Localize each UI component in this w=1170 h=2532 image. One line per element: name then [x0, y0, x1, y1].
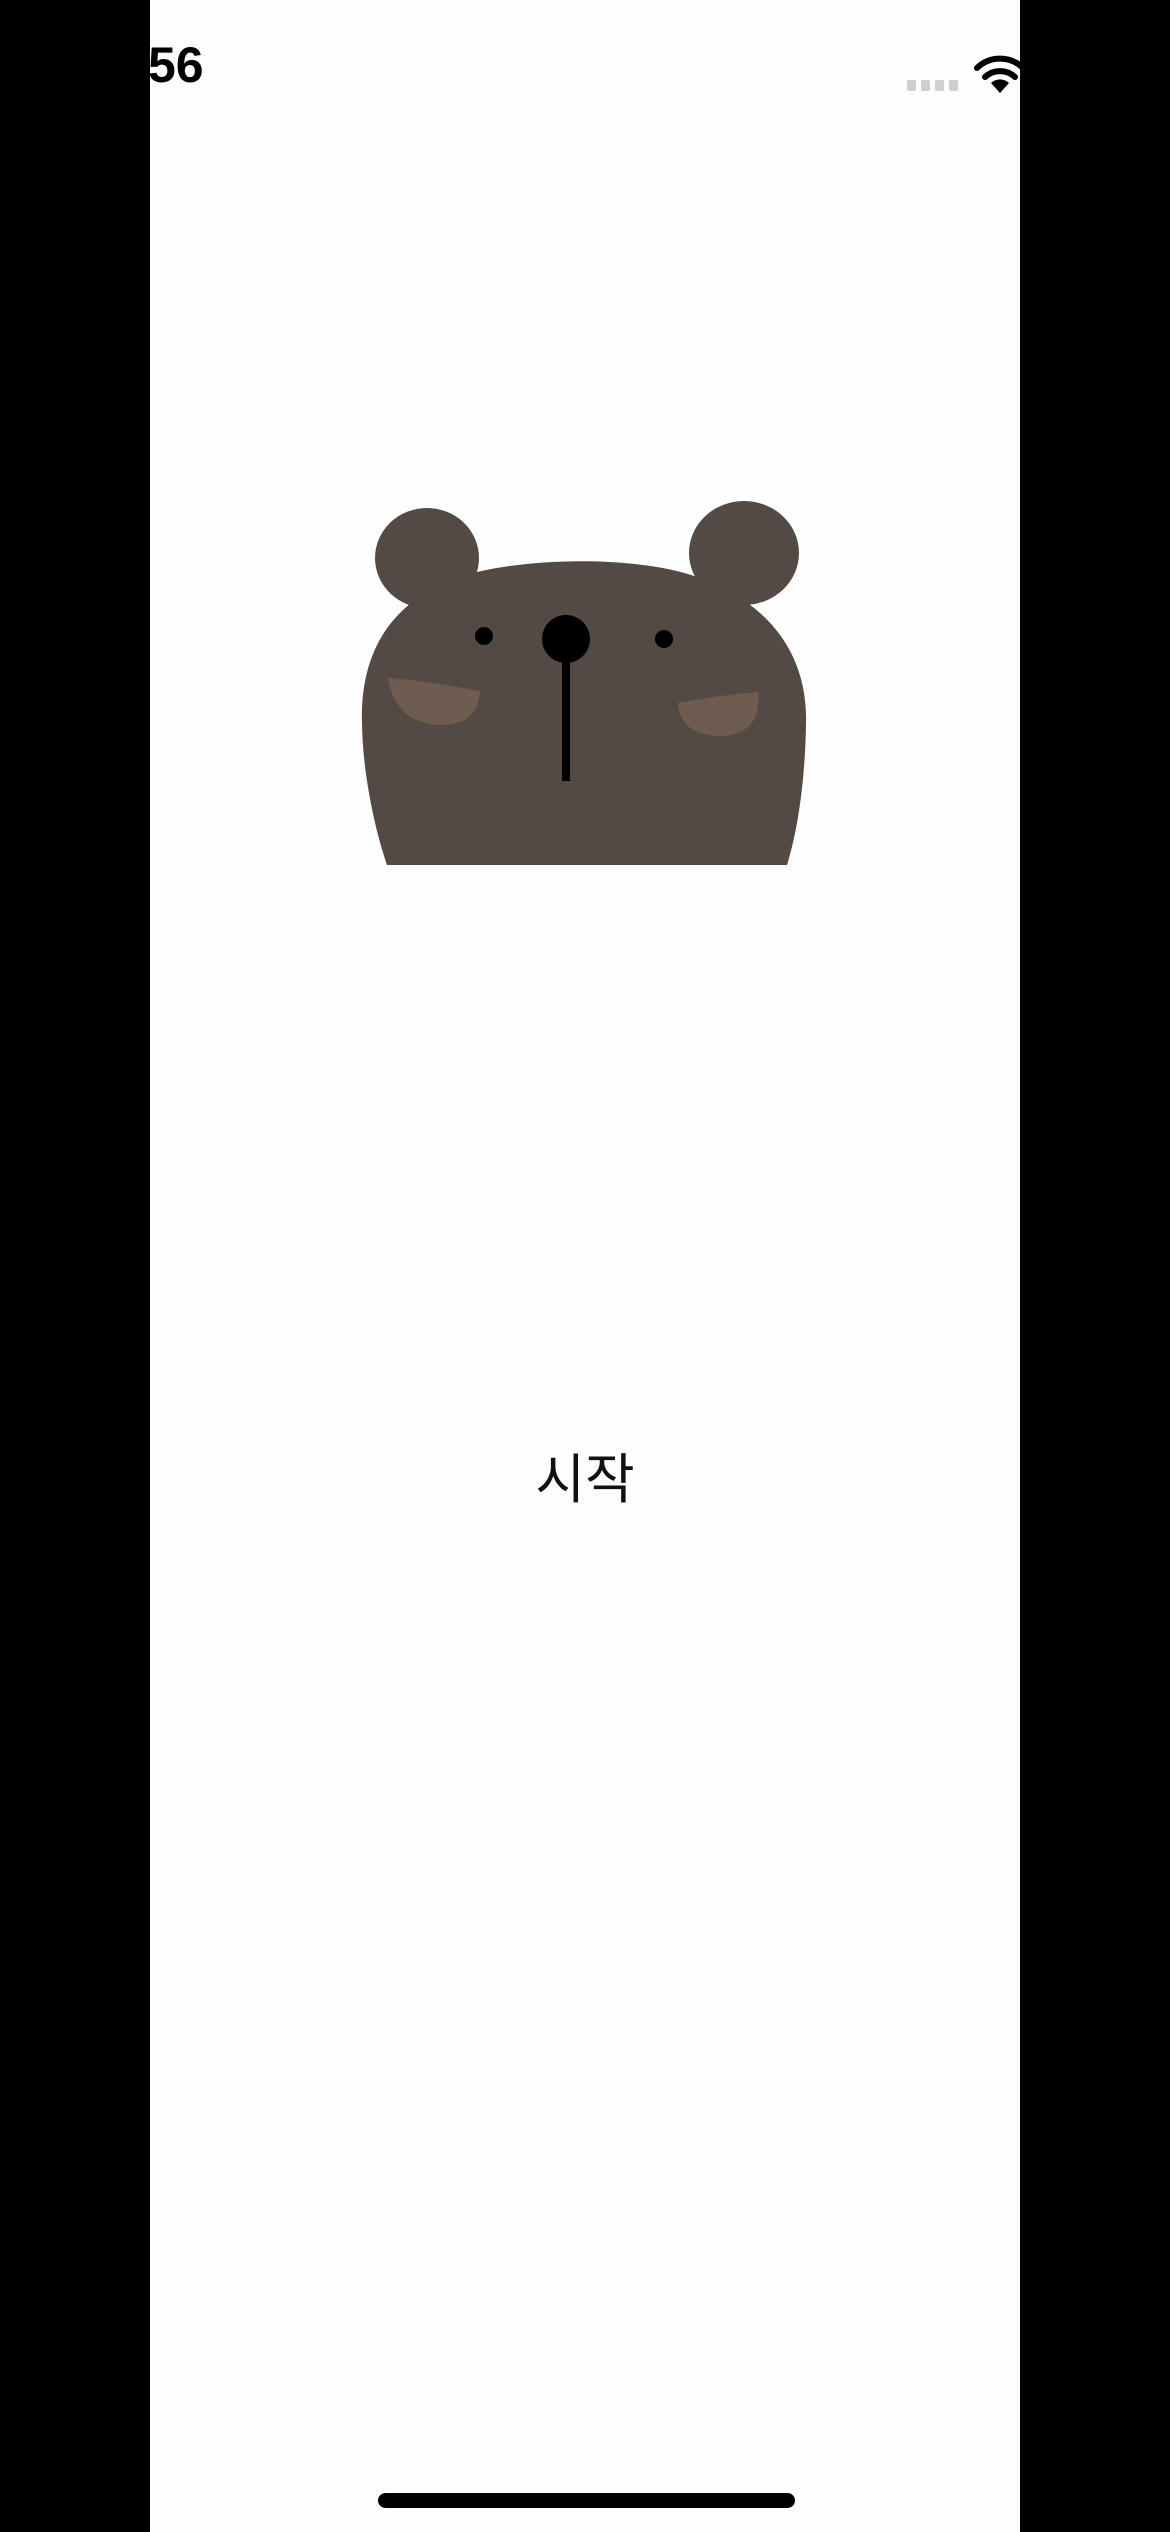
start-button[interactable]: 시작: [485, 1435, 685, 1525]
letterbox-right: [1020, 0, 1170, 2532]
app-screen: 56 시작: [150, 0, 1020, 2532]
cellular-signal-icon: [907, 80, 958, 91]
wifi-icon: [974, 55, 1020, 93]
home-indicator[interactable]: [378, 2493, 795, 2508]
bear-mouth-line: [562, 655, 570, 781]
bear-left-eye: [475, 627, 493, 645]
status-time: 56: [150, 37, 204, 93]
bear-right-eye: [655, 630, 673, 648]
bear-face-illustration: [361, 501, 807, 865]
letterbox-left: [0, 0, 150, 2532]
